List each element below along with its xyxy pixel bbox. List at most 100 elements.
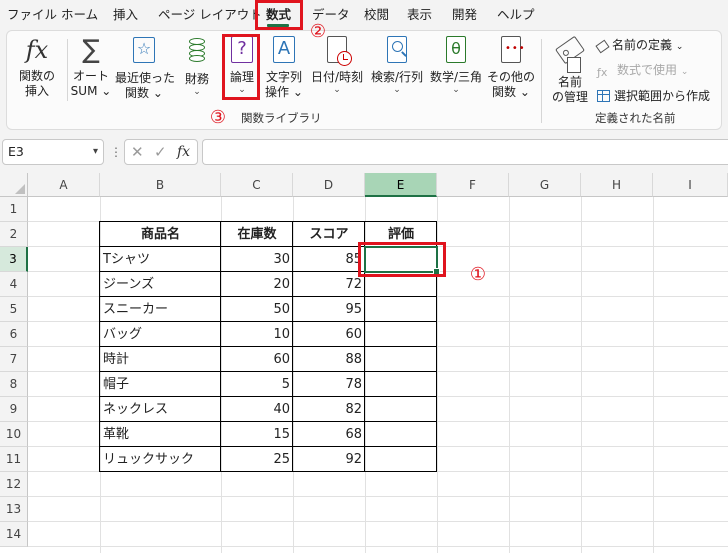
tab-view[interactable]: 表示 (407, 5, 432, 25)
table-cell-stock[interactable]: 20 (221, 272, 293, 297)
row-header[interactable]: 2 (0, 222, 28, 247)
table-cell-rating[interactable] (365, 422, 437, 447)
column-header-selected[interactable]: E (365, 173, 437, 197)
table-cell-score[interactable]: 82 (293, 397, 365, 422)
table-header-cell[interactable]: 商品名 (100, 222, 221, 247)
table-cell-name[interactable]: リュックサック (100, 447, 221, 472)
formula-bar: E3 ▾ ⋮ ✕ ✓ fx (0, 134, 728, 170)
table-cell-score[interactable]: 60 (293, 322, 365, 347)
row-header[interactable]: 10 (0, 422, 28, 447)
chevron-down-icon[interactable]: ▾ (93, 140, 98, 164)
lookup-reference-button[interactable]: 検索/行列 ⌄ (369, 35, 425, 95)
table-cell-stock[interactable]: 40 (221, 397, 293, 422)
create-from-selection-button[interactable]: 選択範囲から作成 (597, 86, 710, 106)
sigma-icon: ∑ (82, 35, 100, 65)
column-header[interactable]: H (581, 173, 653, 197)
table-cell-name[interactable]: スニーカー (100, 297, 221, 322)
table-cell-stock[interactable]: 15 (221, 422, 293, 447)
name-manager-button[interactable]: 名前 の管理 (547, 35, 593, 105)
table-border (99, 421, 437, 422)
column-header[interactable]: G (509, 173, 581, 197)
row-header[interactable]: 9 (0, 397, 28, 422)
table-cell-score[interactable]: 88 (293, 347, 365, 372)
table-cell-rating[interactable] (365, 347, 437, 372)
datetime-label: 日付/時刻 (310, 70, 364, 84)
table-border (99, 321, 437, 322)
text-functions-button[interactable]: A 文字列 操作 ⌄ (263, 35, 305, 100)
table-header-cell[interactable]: スコア (293, 222, 365, 247)
table-cell-stock[interactable]: 10 (221, 322, 293, 347)
tab-home[interactable]: ホーム (61, 5, 98, 25)
row-header-selected[interactable]: 3 (0, 247, 28, 272)
tab-insert[interactable]: 挿入 (113, 5, 138, 25)
tab-help[interactable]: ヘルプ (497, 5, 535, 25)
insert-function-icon[interactable]: fx (177, 140, 190, 164)
insert-function-button[interactable]: fx 関数の 挿入 (15, 35, 59, 99)
row-header[interactable]: 1 (0, 197, 28, 222)
define-name-button[interactable]: 名前の定義 ⌄ (595, 35, 683, 55)
math-trig-button[interactable]: θ 数学/三角 ⌄ (427, 35, 485, 95)
table-cell-stock[interactable]: 25 (221, 447, 293, 472)
recently-used-button[interactable]: ☆ 最近使った 関数 ⌄ (115, 35, 175, 101)
table-cell-score[interactable]: 85 (293, 247, 365, 272)
row-header[interactable]: 6 (0, 322, 28, 347)
column-header[interactable]: A (28, 173, 100, 197)
row-header[interactable]: 13 (0, 497, 28, 522)
cancel-icon[interactable]: ✕ (131, 140, 144, 164)
column-header[interactable]: I (653, 173, 728, 197)
name-box[interactable]: E3 ▾ (2, 139, 104, 165)
column-header[interactable]: F (437, 173, 509, 197)
more-options-icon[interactable]: ⋮ (110, 139, 122, 165)
formula-input[interactable] (202, 139, 728, 165)
column-header[interactable]: B (100, 173, 221, 197)
column-header[interactable]: C (221, 173, 293, 197)
row-header[interactable]: 7 (0, 347, 28, 372)
table-cell-score[interactable]: 78 (293, 372, 365, 397)
table-cell-rating[interactable] (365, 372, 437, 397)
tab-review[interactable]: 校閲 (364, 5, 389, 25)
text-label-1: 文字列 (265, 70, 302, 84)
table-cell-name[interactable]: ネックレス (100, 397, 221, 422)
math-label: 数学/三角 (429, 70, 483, 84)
table-cell-stock[interactable]: 50 (221, 297, 293, 322)
table-cell-score[interactable]: 95 (293, 297, 365, 322)
table-cell-score[interactable]: 92 (293, 447, 365, 472)
table-cell-rating[interactable] (365, 397, 437, 422)
table-cell-name[interactable]: 帽子 (100, 372, 221, 397)
row-header[interactable]: 5 (0, 297, 28, 322)
table-cell-stock[interactable]: 60 (221, 347, 293, 372)
row-header[interactable]: 12 (0, 472, 28, 497)
table-header-cell[interactable]: 在庫数 (221, 222, 293, 247)
star-icon: ☆ (115, 37, 173, 67)
recent-label-2: 関数 ⌄ (125, 86, 163, 100)
row-header[interactable]: 8 (0, 372, 28, 397)
table-cell-name[interactable]: 時計 (100, 347, 221, 372)
table-cell-stock[interactable]: 5 (221, 372, 293, 397)
enter-icon[interactable]: ✓ (154, 140, 167, 164)
autosum-button[interactable]: ∑ オート SUM ⌄ (69, 35, 113, 99)
table-cell-name[interactable]: Tシャツ (100, 247, 221, 272)
select-all-button[interactable] (0, 173, 28, 197)
financial-label: 財務 (184, 72, 209, 86)
table-cell-stock[interactable]: 30 (221, 247, 293, 272)
column-header[interactable]: D (293, 173, 365, 197)
autosum-label-2: SUM ⌄ (70, 84, 112, 98)
financial-button[interactable]: 財務 ⌄ (177, 35, 217, 97)
tab-file[interactable]: ファイル (7, 5, 57, 25)
more-label-1: その他の (487, 70, 536, 84)
tab-page-layout[interactable]: ページ レイアウト (158, 5, 262, 25)
row-header[interactable]: 4 (0, 272, 28, 297)
table-cell-rating[interactable] (365, 447, 437, 472)
table-cell-rating[interactable] (365, 322, 437, 347)
more-functions-button[interactable]: ••• その他の 関数 ⌄ (487, 35, 535, 100)
table-cell-score[interactable]: 68 (293, 422, 365, 447)
row-header[interactable]: 14 (0, 522, 28, 547)
tab-developer[interactable]: 開発 (452, 5, 477, 25)
row-header[interactable]: 11 (0, 447, 28, 472)
table-cell-score[interactable]: 72 (293, 272, 365, 297)
table-cell-name[interactable]: バッグ (100, 322, 221, 347)
table-border (99, 446, 437, 447)
table-cell-rating[interactable] (365, 297, 437, 322)
table-cell-name[interactable]: 革靴 (100, 422, 221, 447)
table-cell-name[interactable]: ジーンズ (100, 272, 221, 297)
